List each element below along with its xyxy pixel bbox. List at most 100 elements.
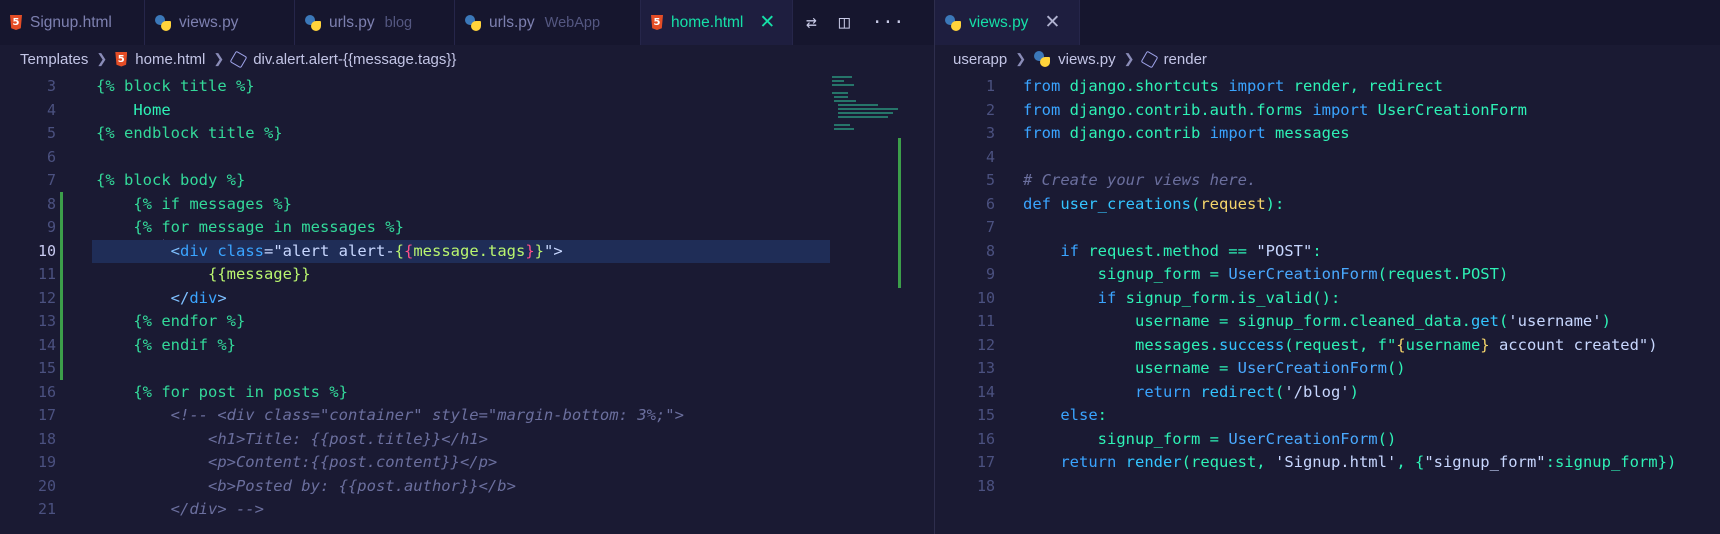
code-line[interactable]: 15 (0, 357, 934, 381)
code-line[interactable]: 12 messages.success(request, f"{username… (935, 334, 1720, 358)
breadcrumb-folder[interactable]: Templates (20, 51, 88, 68)
code-token: ) (1601, 312, 1611, 330)
code-line[interactable]: 17 return render(request, 'Signup.html',… (935, 451, 1720, 475)
code-editor[interactable]: 1 from django.shortcuts import render, re… (935, 73, 1720, 534)
left-tab-bar: 5 Signup.html views.py urls.py blog urls… (0, 0, 934, 46)
line-number: 11 (976, 312, 995, 330)
tab-signup-html[interactable]: 5 Signup.html (0, 0, 145, 45)
code-line[interactable]: 5 # Create your views here. (935, 169, 1720, 193)
code-token: div (189, 288, 218, 307)
python-file-icon (945, 14, 961, 31)
code-line[interactable]: 18 <h1>Title: {{post.title}}</h1> (0, 428, 934, 452)
line-number: 4 (46, 100, 56, 119)
code-line[interactable]: 8 if request.method == "POST": (935, 240, 1720, 264)
code-line[interactable]: 17 <!-- <div class="container" style="ma… (0, 404, 934, 428)
breadcrumb-symbol[interactable]: div.alert.alert-{{message.tags}} (253, 51, 456, 68)
code-text: from django.shortcuts import render, red… (1023, 75, 1443, 99)
code-text: {% for post in posts %} (96, 381, 348, 405)
code-line[interactable]: 4 (935, 146, 1720, 170)
python-file-icon (1034, 51, 1051, 67)
line-number: 13 (37, 312, 56, 330)
line-number: 3 (985, 124, 995, 142)
code-text: return redirect('/blog') (1023, 381, 1359, 405)
more-icon[interactable]: ··· (872, 12, 905, 33)
code-line[interactable]: 15 else: (935, 404, 1720, 428)
code-token: (request, (1181, 453, 1275, 471)
code-token: Home (96, 100, 171, 119)
code-line[interactable]: 14 {% endif %} (0, 334, 934, 358)
code-line[interactable]: 8 {% if messages %} (0, 193, 934, 217)
code-token: ): (1265, 194, 1285, 213)
chevron-right-icon: ❯ (96, 51, 108, 66)
code-line[interactable]: 19 <p>Content:{{post.content}}</p> (0, 451, 934, 475)
tab-home-html[interactable]: 5 home.html ✕ (641, 0, 793, 45)
code-line[interactable]: 7 (935, 216, 1720, 240)
split-editor-icon[interactable]: ◫ (839, 12, 850, 33)
code-line[interactable]: 6 def user_creations(request): (935, 193, 1720, 217)
code-token: UserCreationForm (1377, 100, 1527, 119)
line-number: 7 (985, 218, 995, 236)
tab-views-py-right[interactable]: views.py ✕ (935, 0, 1080, 45)
line-number: 8 (985, 241, 995, 260)
python-file-icon (155, 14, 171, 31)
code-token: from (1023, 100, 1070, 119)
code-line[interactable]: 4 Home (0, 99, 934, 123)
tab-label: views.py (179, 13, 239, 31)
code-line[interactable]: 11 username = signup_form.cleaned_data.g… (935, 310, 1720, 334)
code-line[interactable]: 18 (935, 475, 1720, 499)
code-text: <h1>Title: {{post.title}}</h1> (96, 428, 488, 452)
code-line[interactable]: 9 {% for message in messages %} (0, 216, 934, 240)
code-line[interactable]: 1 from django.shortcuts import render, re… (935, 75, 1720, 99)
breadcrumb-folder[interactable]: userapp (953, 51, 1007, 68)
code-token: username = (1023, 359, 1238, 377)
code-line[interactable]: 6 (0, 146, 934, 170)
code-line[interactable]: 21 </div> --> (0, 498, 934, 522)
line-number: 14 (976, 382, 995, 401)
code-line[interactable]: 11 {{message}} (0, 263, 934, 287)
tab-urls-webapp[interactable]: urls.py WebApp (455, 0, 641, 45)
code-token: if (1023, 241, 1089, 260)
close-icon[interactable]: ✕ (759, 11, 775, 34)
breadcrumb-file[interactable]: home.html (135, 51, 205, 68)
code-token: "> (544, 241, 563, 260)
close-icon[interactable]: ✕ (1044, 11, 1060, 34)
code-token: } (1480, 335, 1490, 354)
code-token: } (525, 241, 535, 260)
minimap[interactable] (820, 73, 915, 534)
tab-views-py[interactable]: views.py (145, 0, 295, 45)
code-line[interactable]: 5 {% endblock title %} (0, 122, 934, 146)
code-line[interactable]: 20 <b>Posted by: {{post.author}}</b> (0, 475, 934, 499)
breadcrumb-symbol[interactable]: render (1164, 51, 1207, 68)
editor-actions: ⇄ ◫ ··· (806, 0, 904, 45)
code-text: signup_form = UserCreationForm(request.P… (1023, 263, 1509, 287)
code-token: < (96, 241, 180, 260)
code-editor[interactable]: 3 {% block title %} 4 Home 5 {% endblock tit… (0, 73, 934, 534)
line-number: 14 (37, 335, 56, 354)
code-line[interactable]: 12 </div> (0, 287, 934, 311)
code-line[interactable]: 3 {% block title %} (0, 75, 934, 99)
code-line[interactable]: 10 if signup_form.is_valid(): (935, 287, 1720, 311)
code-line[interactable]: 14 return redirect('/blog') (935, 381, 1720, 405)
code-line[interactable]: 2 from django.contrib.auth.forms import U… (935, 99, 1720, 123)
code-line[interactable]: 13 {% endfor %} (0, 310, 934, 334)
code-line[interactable]: 13 username = UserCreationForm() (935, 357, 1720, 381)
code-line[interactable]: 16 signup_form = UserCreationForm() (935, 428, 1720, 452)
code-token: : (1097, 406, 1107, 424)
breadcrumb-file[interactable]: views.py (1058, 51, 1116, 68)
code-line[interactable]: 10 <div class="alert alert-{{message.tag… (0, 239, 934, 263)
code-text: {% endblock title %} (96, 122, 283, 146)
code-token: ( (1498, 312, 1509, 330)
code-token: () (1377, 429, 1397, 448)
code-line[interactable]: 9 signup_form = UserCreationForm(request… (935, 263, 1720, 287)
code-token: {% endif %} (96, 335, 236, 354)
tab-urls-blog[interactable]: urls.py blog (295, 0, 455, 45)
line-number: 17 (37, 406, 56, 424)
line-number: 15 (976, 406, 995, 424)
source-control-icon[interactable]: ⇄ (806, 12, 817, 33)
code-line[interactable]: 16 {% for post in posts %} (0, 381, 934, 405)
html-file-icon: 5 (651, 15, 663, 30)
code-line[interactable]: 7 {% block body %} (0, 169, 934, 193)
chevron-right-icon: ❯ (1123, 51, 1135, 66)
code-token: render (1125, 453, 1182, 471)
code-line[interactable]: 3 from django.contrib import messages (935, 122, 1720, 146)
